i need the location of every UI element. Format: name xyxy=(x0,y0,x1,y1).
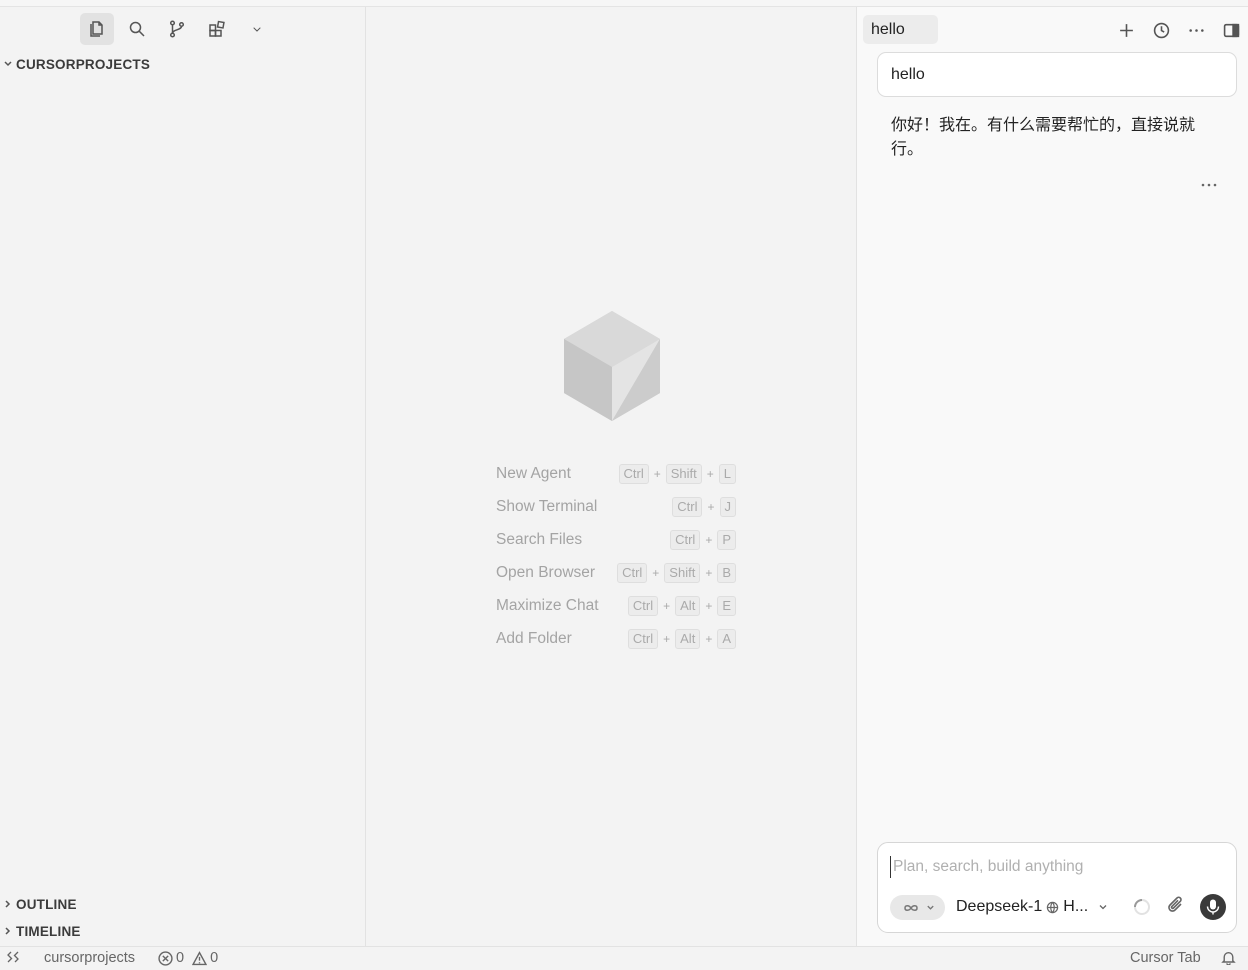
chat-tab[interactable]: hello xyxy=(863,15,938,44)
bell-icon[interactable] xyxy=(1221,950,1236,965)
chevron-down-icon xyxy=(1099,905,1107,910)
shortcut-row[interactable]: New Agent Ctrl + Shift + L xyxy=(496,457,736,490)
shortcut-keys: Ctrl + Alt + A xyxy=(627,628,736,649)
source-control-icon[interactable] xyxy=(160,13,194,45)
keycap: Ctrl xyxy=(617,562,648,583)
key-separator: + xyxy=(705,532,713,547)
keycap: B xyxy=(717,562,736,583)
keycap: Ctrl xyxy=(627,628,659,649)
shortcut-row[interactable]: Search Files Ctrl + P xyxy=(496,523,736,556)
shortcut-row[interactable]: Maximize Chat Ctrl + Alt + E xyxy=(496,589,736,622)
chat-panel: hello hello 你好！我在。有什么需要帮忙的，直接说就行。 Deepse… xyxy=(856,7,1248,946)
timeline-section-header[interactable]: TIMELINE xyxy=(0,920,81,942)
keycap: Ctrl xyxy=(618,463,649,484)
key-separator: + xyxy=(705,565,713,580)
error-icon xyxy=(158,950,173,966)
chat-toolbar xyxy=(1115,19,1242,41)
shortcut-label: Show Terminal xyxy=(496,497,598,515)
loading-spinner-icon xyxy=(1134,899,1150,915)
key-separator: + xyxy=(707,499,715,514)
key-separator: + xyxy=(705,631,713,646)
keycap: Ctrl xyxy=(627,595,659,616)
shortcut-row[interactable]: Add Folder Ctrl + Alt + A xyxy=(496,622,736,655)
shortcut-label: Open Browser xyxy=(496,563,596,581)
explorer-section-header[interactable]: CURSORPROJECTS xyxy=(0,53,150,75)
folder-name[interactable]: cursorprojects xyxy=(44,950,135,966)
problems-indicator[interactable]: 0 0 xyxy=(158,950,218,966)
chevron-down-icon[interactable] xyxy=(240,13,274,45)
remote-icon[interactable] xyxy=(6,950,20,964)
key-separator: + xyxy=(705,598,713,613)
timeline-title: TIMELINE xyxy=(16,923,81,939)
status-bar: cursorprojects 0 0 Cursor Tab xyxy=(0,946,1248,970)
globe-icon xyxy=(1047,901,1059,913)
key-separator: + xyxy=(706,466,714,481)
warning-icon xyxy=(192,950,208,965)
keycap: P xyxy=(717,529,736,550)
key-separator: + xyxy=(653,466,661,481)
keycap: Alt xyxy=(675,628,701,649)
user-message[interactable]: hello xyxy=(877,52,1237,97)
key-separator: + xyxy=(663,598,671,613)
keycap: Alt xyxy=(675,595,701,616)
key-separator: + xyxy=(663,631,671,646)
keycap: Ctrl xyxy=(672,496,703,517)
shortcut-label: Maximize Chat xyxy=(496,596,599,614)
shortcut-keys: Ctrl + Shift + B xyxy=(617,562,736,583)
error-count: 0 xyxy=(176,950,185,966)
warning-count: 0 xyxy=(210,950,219,966)
chevron-down-icon xyxy=(926,905,934,910)
keycap: Shift xyxy=(665,463,702,484)
keycap: Ctrl xyxy=(670,529,701,550)
model-suffix: H... xyxy=(1063,898,1089,915)
editor-area: New Agent Ctrl + Shift + L Show Terminal Ctrl + J… xyxy=(366,7,856,946)
composer-actions xyxy=(1132,894,1226,920)
shortcut-keys: Ctrl + Alt + E xyxy=(627,595,736,616)
extensions-icon[interactable] xyxy=(200,13,234,45)
explorer-title: CURSORPROJECTS xyxy=(16,56,151,72)
shortcut-keys: Ctrl + Shift + L xyxy=(618,463,736,484)
cursor-tab-status[interactable]: Cursor Tab xyxy=(1130,950,1201,966)
keycap: E xyxy=(717,595,736,616)
shortcut-list: New Agent Ctrl + Shift + L Show Terminal Ctrl + J… xyxy=(496,457,736,655)
assistant-message: 你好！我在。有什么需要帮忙的，直接说就行。 xyxy=(891,117,1196,158)
toggle-panel-icon[interactable] xyxy=(1220,19,1242,41)
cursor-logo-icon xyxy=(564,311,660,421)
shortcut-label: Search Files xyxy=(496,530,583,548)
chevron-right-icon xyxy=(0,926,16,936)
infinity-icon xyxy=(903,904,918,911)
message-more-icon[interactable] xyxy=(1199,179,1219,191)
shortcut-keys: Ctrl + P xyxy=(670,529,736,550)
history-icon[interactable] xyxy=(1150,19,1172,41)
model-selector[interactable]: Deepseek-1 H... xyxy=(956,898,1108,916)
title-strip xyxy=(0,0,1248,7)
outline-title: OUTLINE xyxy=(16,896,77,912)
chat-composer: Deepseek-1 H... xyxy=(877,842,1237,933)
keycap: L xyxy=(718,463,736,484)
files-icon[interactable] xyxy=(80,13,114,45)
shortcut-keys: Ctrl + J xyxy=(672,496,736,517)
chat-input[interactable] xyxy=(890,856,1220,878)
shortcut-label: New Agent xyxy=(496,464,571,482)
outline-section-header[interactable]: OUTLINE xyxy=(0,893,77,915)
search-icon[interactable] xyxy=(120,13,154,45)
plus-icon[interactable] xyxy=(1115,19,1137,41)
shortcut-label: Add Folder xyxy=(496,629,572,647)
shortcut-row[interactable]: Open Browser Ctrl + Shift + B xyxy=(496,556,736,589)
agent-mode-selector[interactable] xyxy=(890,895,945,920)
keycap: Shift xyxy=(664,562,701,583)
microphone-icon xyxy=(1206,899,1220,915)
sidebar: CURSORPROJECTS OUTLINE TIMELINE xyxy=(0,7,366,946)
attach-icon[interactable] xyxy=(1166,895,1186,920)
model-name: Deepseek-1 xyxy=(956,898,1043,915)
chevron-down-icon xyxy=(0,59,16,69)
chevron-right-icon xyxy=(0,899,16,909)
key-separator: + xyxy=(652,565,660,580)
more-icon[interactable] xyxy=(1185,19,1207,41)
microphone-button[interactable] xyxy=(1200,894,1226,920)
keycap: J xyxy=(719,496,736,517)
activity-bar xyxy=(80,13,274,45)
keycap: A xyxy=(717,628,736,649)
shortcut-row[interactable]: Show Terminal Ctrl + J xyxy=(496,490,736,523)
